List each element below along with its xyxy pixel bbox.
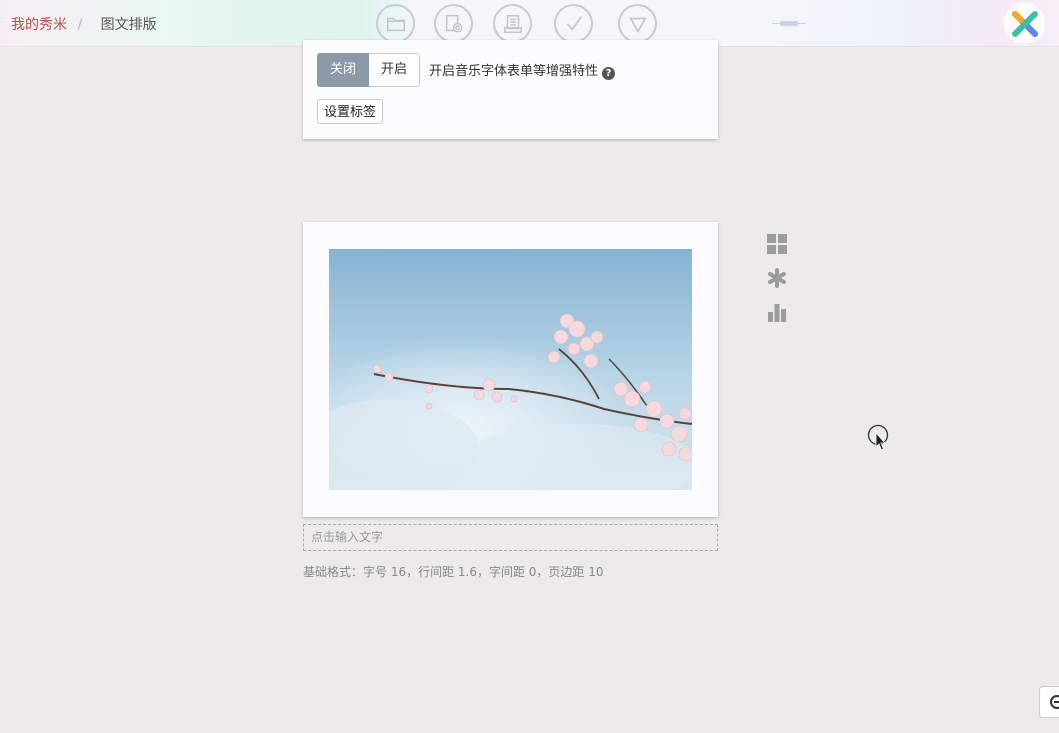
zoom-icon (1050, 695, 1059, 709)
set-tag-button[interactable]: 设置标签 (317, 99, 384, 124)
breadcrumb-current: 图文排版 (100, 17, 157, 33)
triangle-icon[interactable] (618, 4, 657, 43)
bar-chart-icon[interactable] (766, 301, 788, 323)
corner-button[interactable] (1039, 686, 1059, 718)
asterisk-icon[interactable] (766, 267, 788, 289)
caption-input[interactable]: 点击输入文字 (303, 524, 718, 551)
help-icon[interactable]: ? (602, 67, 616, 80)
image-card[interactable] (303, 222, 718, 517)
breadcrumb-home[interactable]: 我的秀米 (11, 17, 67, 33)
format-info: 基础格式：字号 16，行间距 1.6，字间距 0，页边距 10 (303, 565, 604, 579)
breadcrumb: 我的秀米 / 图文排版 (11, 14, 157, 34)
xiumi-logo[interactable] (1004, 3, 1045, 44)
folder-icon[interactable] (376, 4, 415, 43)
breadcrumb-separator: / (77, 17, 83, 33)
settings-card: 关闭 开启 开启音乐字体表单等增强特性? 设置标签 (303, 40, 718, 139)
mouse-cursor-icon (867, 424, 889, 451)
toggle-description: 开启音乐字体表单等增强特性 (429, 64, 599, 79)
toggle-on-button[interactable]: 开启 (369, 53, 421, 87)
grid-icon[interactable] (766, 233, 788, 255)
cherry-blossom-image[interactable] (329, 249, 692, 490)
music-toggle: 关闭 开启 (317, 53, 421, 87)
toggle-off-button[interactable]: 关闭 (317, 53, 370, 87)
logo-x-icon (1011, 10, 1038, 37)
decorative-mark-icon (772, 21, 806, 26)
toggle-description-row: 开启音乐字体表单等增强特性? (429, 60, 616, 80)
camera-icon[interactable] (434, 4, 473, 43)
check-icon[interactable] (554, 4, 593, 43)
side-tools (766, 233, 788, 335)
document-icon[interactable] (493, 4, 532, 43)
